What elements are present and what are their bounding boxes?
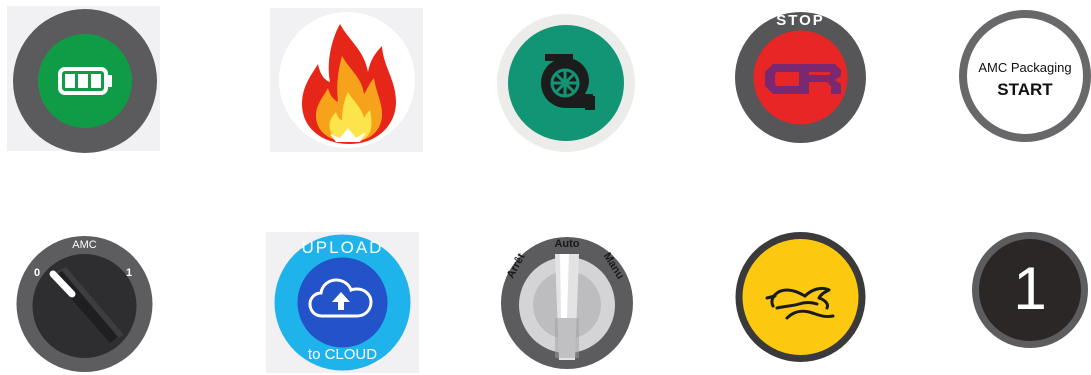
upload-top-text: UPLOAD [301,238,384,257]
fast-speed-graphic [735,232,866,362]
upload-bottom-text: to CLOUD [307,346,378,363]
stop-label: STOP [776,12,825,29]
battery-button-graphic [13,9,157,153]
battery-button[interactable] [7,6,160,153]
upload-cloud-button[interactable]: UPLOAD to CLOUD [266,232,419,373]
fast-speed-button[interactable] [735,232,866,362]
turbo-button[interactable] [497,14,635,152]
amc-label: AMC [72,239,97,251]
mode-label-auto: Auto [554,238,580,250]
number-one-button[interactable]: 1 [972,232,1088,348]
fire-button-graphic [279,12,415,148]
start-button-graphic [959,10,1091,142]
amc-selector-switch[interactable]: AMC 0 1 [14,231,155,373]
start-caption: AMC Packaging [978,60,1072,75]
turbo-button-graphic [497,14,635,152]
number-one-label: 1 [1013,255,1047,322]
amc-selector-graphic [16,236,153,372]
mode-selector-switch[interactable]: Auto Arrêt Manu [501,232,633,375]
selector-mark-0: 0 [34,267,41,279]
start-button[interactable]: AMC Packaging START [959,6,1091,146]
start-label: START [997,80,1053,99]
stop-button-graphic [735,12,866,143]
selector-mark-1: 1 [126,267,133,279]
fire-button[interactable] [270,8,423,152]
stop-button[interactable]: STOP [735,12,866,143]
